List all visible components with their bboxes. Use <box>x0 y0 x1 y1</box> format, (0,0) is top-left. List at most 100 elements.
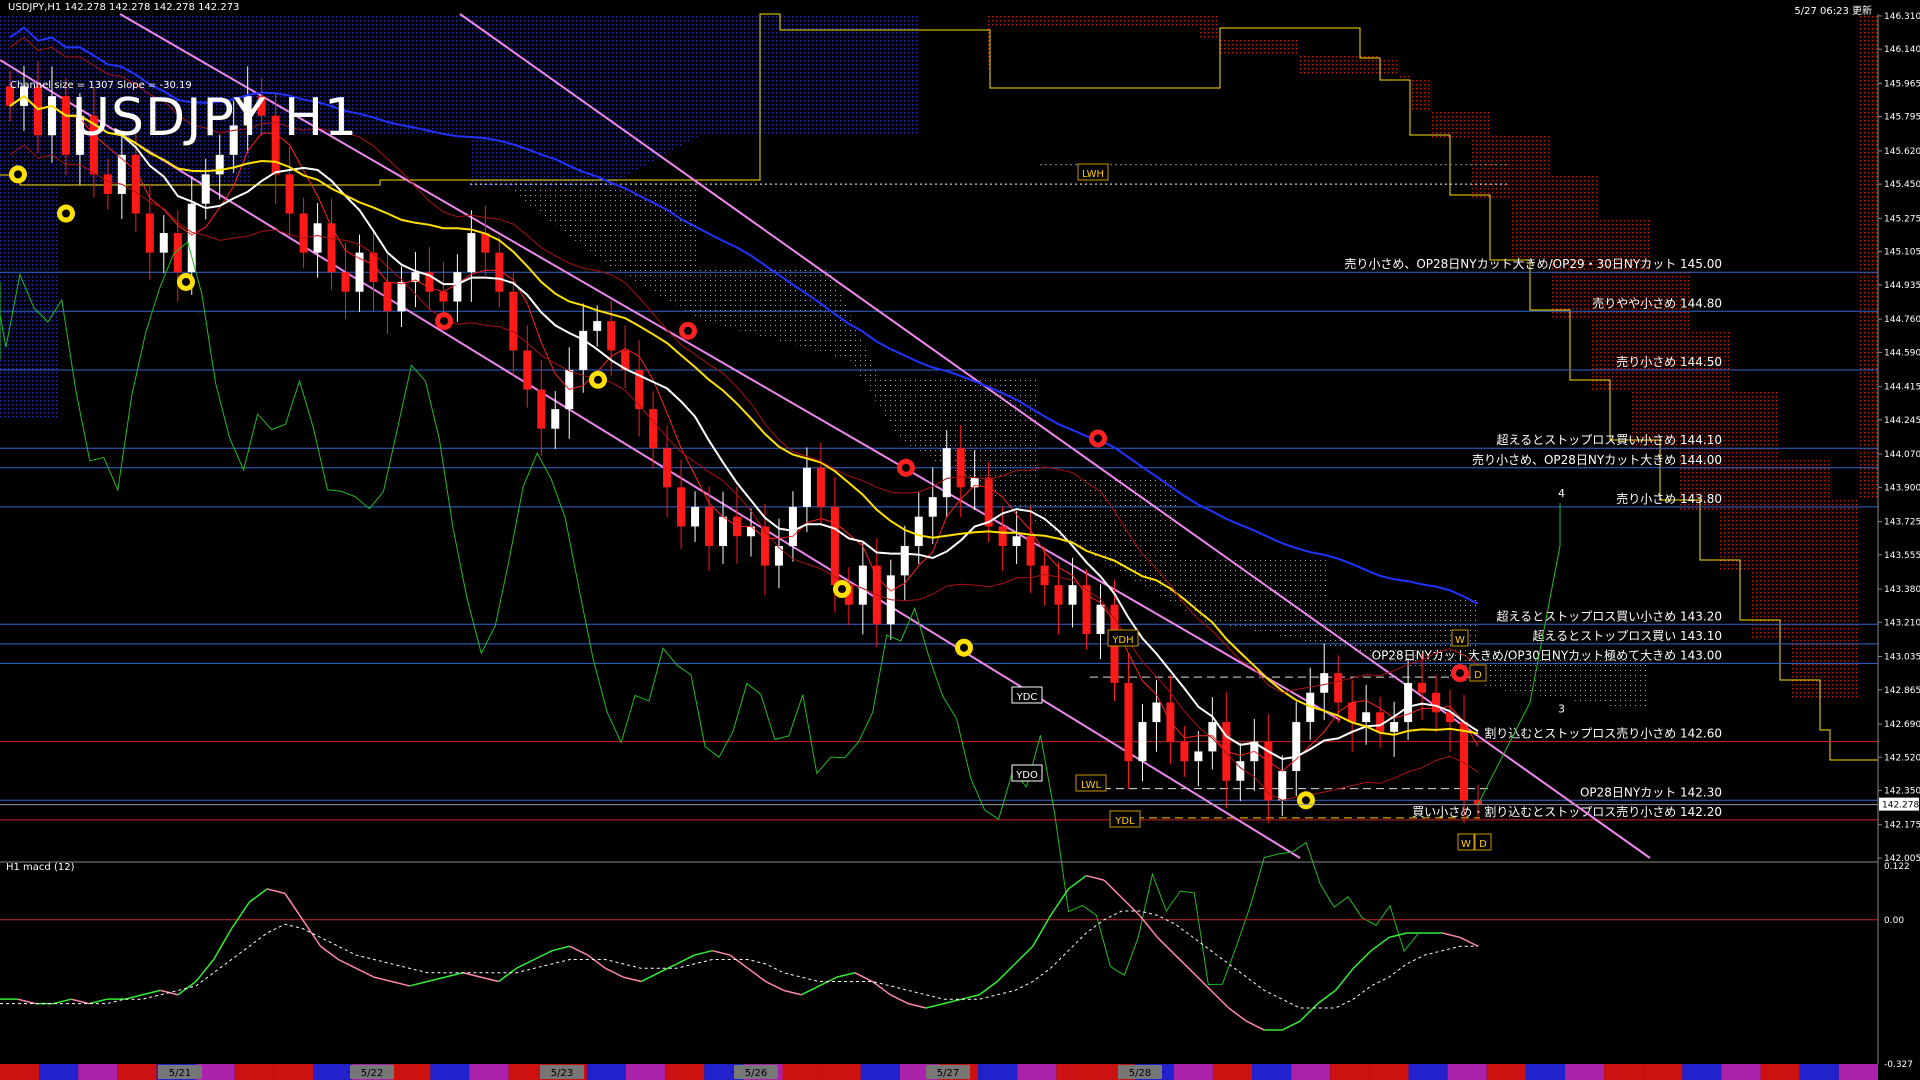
axis-tick-label: 145.965 <box>1884 79 1920 89</box>
level-label: 割り込むとストップロス売り小さめ 142.60 <box>1484 726 1722 741</box>
macd-segment <box>195 959 215 983</box>
macd-segment <box>1317 989 1336 1005</box>
macd-segment <box>996 963 1016 983</box>
axis-tick-label: 144.760 <box>1884 315 1920 325</box>
macd-segment <box>266 888 286 895</box>
candle-body <box>1418 682 1427 693</box>
axis-tick-label: 145.450 <box>1884 180 1920 190</box>
macd-label: H1 macd (12) <box>6 862 75 873</box>
axis-tick-label: 142.350 <box>1884 787 1920 797</box>
price-levels: 売り小さめ、OP28日NYカット大きめ/OP29・30日NYカット 145.00… <box>0 164 1878 821</box>
macd-segment <box>445 971 464 978</box>
session-band <box>1252 1064 1292 1080</box>
candle-body <box>858 565 867 605</box>
macd-segment <box>409 980 428 987</box>
macd-segment <box>1370 936 1390 952</box>
ma-white <box>9 94 1479 761</box>
macd-segment <box>729 954 749 969</box>
candle-body <box>285 174 294 214</box>
macd-segment <box>53 998 72 1005</box>
session-band <box>1838 1064 1878 1080</box>
macd-segment <box>907 1002 927 1009</box>
candle-body <box>719 516 728 547</box>
candle-body <box>439 291 448 302</box>
macd-segment <box>1352 950 1372 969</box>
candle-body <box>467 233 476 273</box>
macd-segment <box>623 976 642 983</box>
session-band <box>821 1064 861 1080</box>
axis-tick-label: 143.900 <box>1884 483 1920 493</box>
level-label: 売り小さめ 143.80 <box>1616 491 1722 506</box>
candle-body <box>830 506 839 586</box>
macd-segment <box>1246 1020 1265 1031</box>
candle-body <box>1096 604 1105 635</box>
candle-body <box>746 526 755 537</box>
candle-body <box>914 516 923 547</box>
macd-segment <box>1299 1003 1319 1022</box>
wave-number: 3 <box>1558 702 1565 715</box>
fractal-core <box>440 317 448 326</box>
candle-body <box>397 281 406 312</box>
candle-body <box>299 213 308 253</box>
marker-label: YDC <box>1016 692 1038 703</box>
candle-body <box>215 154 224 175</box>
macd-segment <box>943 998 962 1005</box>
axis-tick-label: 146.140 <box>1884 45 1920 55</box>
candle-body <box>1082 585 1091 635</box>
candle-body <box>774 546 783 566</box>
session-band <box>860 1064 900 1080</box>
axis-tick-label: 145.105 <box>1884 248 1920 258</box>
macd-segment <box>480 976 499 983</box>
macd-segment <box>88 998 108 1005</box>
candle-body <box>705 506 714 547</box>
session-band <box>1486 1064 1526 1080</box>
macd-segment <box>213 928 233 960</box>
session-band <box>586 1064 626 1080</box>
axis-tick-label: 143.380 <box>1884 585 1920 595</box>
level-label: 売り小さめ 144.50 <box>1616 354 1722 369</box>
macd-segment <box>1210 989 1230 1009</box>
date-label: 5/21 <box>169 1068 191 1079</box>
macd-segment <box>230 901 250 930</box>
macd-segment <box>1459 936 1479 947</box>
marker-label: W <box>1461 839 1471 850</box>
axis-tick-label: 144.245 <box>1884 416 1920 426</box>
macd-segment <box>1067 875 1087 890</box>
level-label: 超えるとストップロス買い小さめ 143.20 <box>1497 608 1722 623</box>
candle-body <box>607 321 616 351</box>
macd-segment <box>587 954 606 969</box>
candle-body <box>33 86 42 136</box>
macd-segment <box>1050 888 1070 916</box>
fractal-core <box>684 326 692 335</box>
axis-tick-label: 145.275 <box>1884 214 1920 224</box>
session-band <box>0 1064 40 1080</box>
candle-body <box>145 213 154 253</box>
macd-segment <box>1014 945 1034 965</box>
candle-body <box>760 526 769 566</box>
date-label: 5/28 <box>1129 1068 1151 1079</box>
macd-segment <box>569 945 588 956</box>
candle-body <box>131 154 140 214</box>
macd-segment <box>248 888 268 903</box>
macd-segment <box>640 972 660 983</box>
axis-tick-label: 142.690 <box>1884 720 1920 730</box>
candle-body <box>1362 712 1371 723</box>
candle-body <box>523 350 532 390</box>
candle-body <box>201 174 210 204</box>
session-band <box>1291 1064 1331 1080</box>
date-label: 5/27 <box>937 1068 959 1079</box>
session-band <box>1604 1064 1644 1080</box>
session-band <box>117 1064 157 1080</box>
session-band <box>234 1064 274 1080</box>
candle-body <box>1152 702 1161 723</box>
candle-body <box>663 448 672 488</box>
macd-segment <box>302 919 322 947</box>
candle-body <box>942 448 951 498</box>
candle-body <box>47 96 56 136</box>
macd-segment <box>836 971 855 978</box>
bollinger-lower <box>9 144 1479 801</box>
candle-body <box>593 321 602 331</box>
macd-segment <box>978 980 998 996</box>
candle-body <box>649 409 658 449</box>
candle-body <box>579 330 588 370</box>
